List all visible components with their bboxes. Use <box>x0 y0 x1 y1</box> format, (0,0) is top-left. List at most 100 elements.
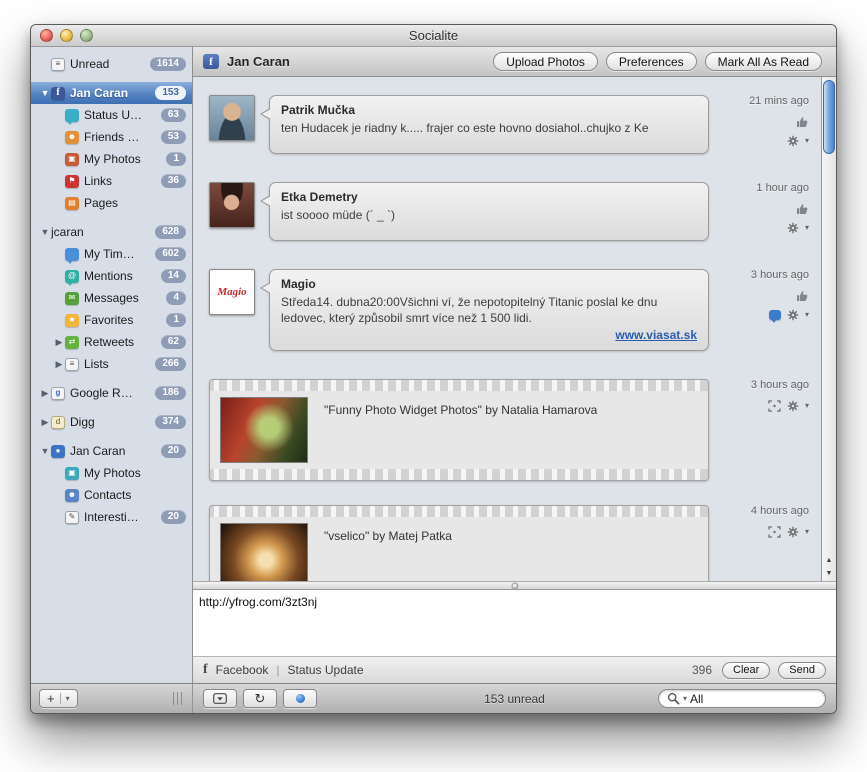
timestamp: 3 hours ago <box>751 379 809 391</box>
actions-gear-icon[interactable] <box>787 400 799 412</box>
photo-title: "vselico" by Matej Patka <box>324 523 452 581</box>
minimize-button[interactable] <box>60 29 73 42</box>
status-bubble: Etka Demetry ist soooo müde (´ _ `) <box>269 182 709 241</box>
feed-item-photo[interactable]: "vselico" by Matej Patka 4 hours ago ▾ <box>209 505 813 581</box>
feed-item-status[interactable]: Patrik Mučka ten Hudacek je riadny k....… <box>209 95 813 154</box>
sidebar-item-my-timeline[interactable]: My Tim… 602 <box>31 243 192 265</box>
zoom-button[interactable] <box>80 29 93 42</box>
live-stream-button[interactable] <box>283 689 317 708</box>
status-link[interactable]: www.viasat.sk <box>281 328 697 342</box>
disclosure-closed-icon[interactable]: ▶ <box>53 360 65 369</box>
unread-count-badge: 1614 <box>150 57 186 71</box>
post-type-label[interactable]: Status Update <box>288 663 364 677</box>
feed-item-status[interactable]: Magio Magio Středa14. dubna20:00Všichni … <box>209 269 813 351</box>
compose-input[interactable]: http://yfrog.com/3zt3nj <box>197 593 832 653</box>
avatar <box>209 182 255 228</box>
toggle-compose-button[interactable] <box>203 689 237 708</box>
sidebar-item-links[interactable]: ⚑ Links 36 <box>31 170 192 192</box>
photo-filmstrip[interactable]: "Funny Photo Widget Photos" by Natalia H… <box>209 379 709 481</box>
messages-icon: ✉ <box>65 292 79 305</box>
sidebar-item-status-updates[interactable]: Status U… 63 <box>31 104 192 126</box>
actions-gear-icon[interactable] <box>787 222 799 234</box>
photo-thumbnail[interactable] <box>220 397 308 463</box>
disclosure-open-icon[interactable]: ▼ <box>39 228 51 237</box>
upload-photos-button[interactable]: Upload Photos <box>493 52 598 71</box>
sidebar-item-label: My Photos <box>84 152 162 166</box>
preferences-button[interactable]: Preferences <box>606 52 697 71</box>
feed-item-photo[interactable]: "Funny Photo Widget Photos" by Natalia H… <box>209 379 813 481</box>
send-button[interactable]: Send <box>778 662 826 679</box>
view-photo-icon[interactable] <box>768 526 781 538</box>
compose-area: http://yfrog.com/3zt3nj <box>193 590 836 656</box>
button-divider <box>60 693 61 704</box>
mark-all-read-button[interactable]: Mark All As Read <box>705 52 822 71</box>
window-titlebar[interactable]: Socialite <box>31 25 836 47</box>
sidebar-item-lists[interactable]: ▶ ≡ Lists 266 <box>31 353 192 375</box>
add-account-button[interactable]: + ▾ <box>39 689 78 708</box>
sidebar-item-label: Lists <box>84 357 151 371</box>
disclosure-closed-icon[interactable]: ▶ <box>39 389 51 398</box>
sidebar-item-google-reader[interactable]: ▶ g Google R… 186 <box>31 382 192 404</box>
bottom-toolbar: + ▾ 153 unread ↻ ▾ All <box>31 683 836 713</box>
refresh-button[interactable]: ↻ <box>243 689 277 708</box>
sidebar-item-retweets[interactable]: ▶ ⇄ Retweets 62 <box>31 331 192 353</box>
view-photo-icon[interactable] <box>768 400 781 412</box>
unread-count-badge: 36 <box>161 174 186 188</box>
app-window: Socialite ≡ Unread 1614 ▼ f Jan Caran 15… <box>30 24 837 714</box>
scroll-up-arrow[interactable]: ▲ <box>826 557 833 564</box>
sidebar-item-my-photos[interactable]: ▣ My Photos 1 <box>31 148 192 170</box>
unread-count-badge: 14 <box>161 269 186 283</box>
like-icon[interactable] <box>796 203 809 215</box>
sidebar-item-twitter-account[interactable]: ▼ jcaran 628 <box>31 221 192 243</box>
sidebar-item-unread[interactable]: ≡ Unread 1614 <box>31 53 192 75</box>
timeline-icon <box>65 248 79 261</box>
sidebar-item-digg[interactable]: ▶ d Digg 374 <box>31 411 192 433</box>
clear-button[interactable]: Clear <box>722 662 770 679</box>
pane-splitter[interactable] <box>193 581 836 590</box>
disclosure-open-icon[interactable]: ▼ <box>39 89 51 98</box>
sidebar-item-contacts[interactable]: ☻ Contacts <box>31 484 192 506</box>
disclosure-closed-icon[interactable]: ▶ <box>53 338 65 347</box>
actions-gear-icon[interactable] <box>787 135 799 147</box>
unread-count-badge: 602 <box>155 247 186 261</box>
sidebar-item-mentions[interactable]: @ Mentions 14 <box>31 265 192 287</box>
char-count: 396 <box>692 663 712 677</box>
sidebar-item-facebook-account[interactable]: ▼ f Jan Caran 153 <box>31 82 192 104</box>
sidebar-item-pages[interactable]: ▤ Pages <box>31 192 192 214</box>
sidebar-item-my-photos-2[interactable]: ▣ My Photos <box>31 462 192 484</box>
search-scope-dropdown-icon[interactable]: ▾ <box>683 695 687 703</box>
like-icon[interactable] <box>796 290 809 302</box>
disclosure-closed-icon[interactable]: ▶ <box>39 418 51 427</box>
service-label[interactable]: Facebook <box>216 663 269 677</box>
pane-resize-handle[interactable] <box>173 692 184 705</box>
actions-gear-icon[interactable] <box>787 309 799 321</box>
sidebar-item-label: Links <box>84 174 157 188</box>
disclosure-open-icon[interactable]: ▼ <box>39 447 51 456</box>
like-icon[interactable] <box>796 116 809 128</box>
photo-filmstrip[interactable]: "vselico" by Matej Patka <box>209 505 709 581</box>
sidebar-item-friends[interactable]: ☻ Friends … 53 <box>31 126 192 148</box>
close-button[interactable] <box>40 29 53 42</box>
avatar: Magio <box>209 269 255 315</box>
item-meta: 1 hour ago ▾ <box>721 182 813 241</box>
sidebar-item-photo-account[interactable]: ▼ ● Jan Caran 20 <box>31 440 192 462</box>
unread-count-badge: 628 <box>155 225 186 239</box>
comments-icon[interactable] <box>769 310 781 320</box>
sidebar-item-messages[interactable]: ✉ Messages 4 <box>31 287 192 309</box>
unread-count-badge: 20 <box>161 444 186 458</box>
sidebar-item-label: Google R… <box>70 386 151 400</box>
photo-thumbnail[interactable] <box>220 523 308 581</box>
sidebar-item-interesting[interactable]: ✎ Interesti… 20 <box>31 506 192 528</box>
scrollbar-thumb[interactable] <box>823 80 835 154</box>
scrollbar[interactable]: ▲ ▼ <box>821 77 836 581</box>
unread-count-badge: 1 <box>166 313 186 327</box>
facebook-account-icon: f <box>203 54 219 69</box>
author-name: Patrik Mučka <box>281 103 697 117</box>
sidebar-item-favorites[interactable]: ★ Favorites 1 <box>31 309 192 331</box>
item-meta: 4 hours ago ▾ <box>721 505 813 581</box>
lists-icon: ≡ <box>65 358 79 371</box>
feed-item-status[interactable]: Etka Demetry ist soooo müde (´ _ `) 1 ho… <box>209 182 813 241</box>
scroll-down-arrow[interactable]: ▼ <box>826 570 833 577</box>
actions-gear-icon[interactable] <box>787 526 799 538</box>
search-field[interactable]: ▾ All <box>658 689 826 708</box>
